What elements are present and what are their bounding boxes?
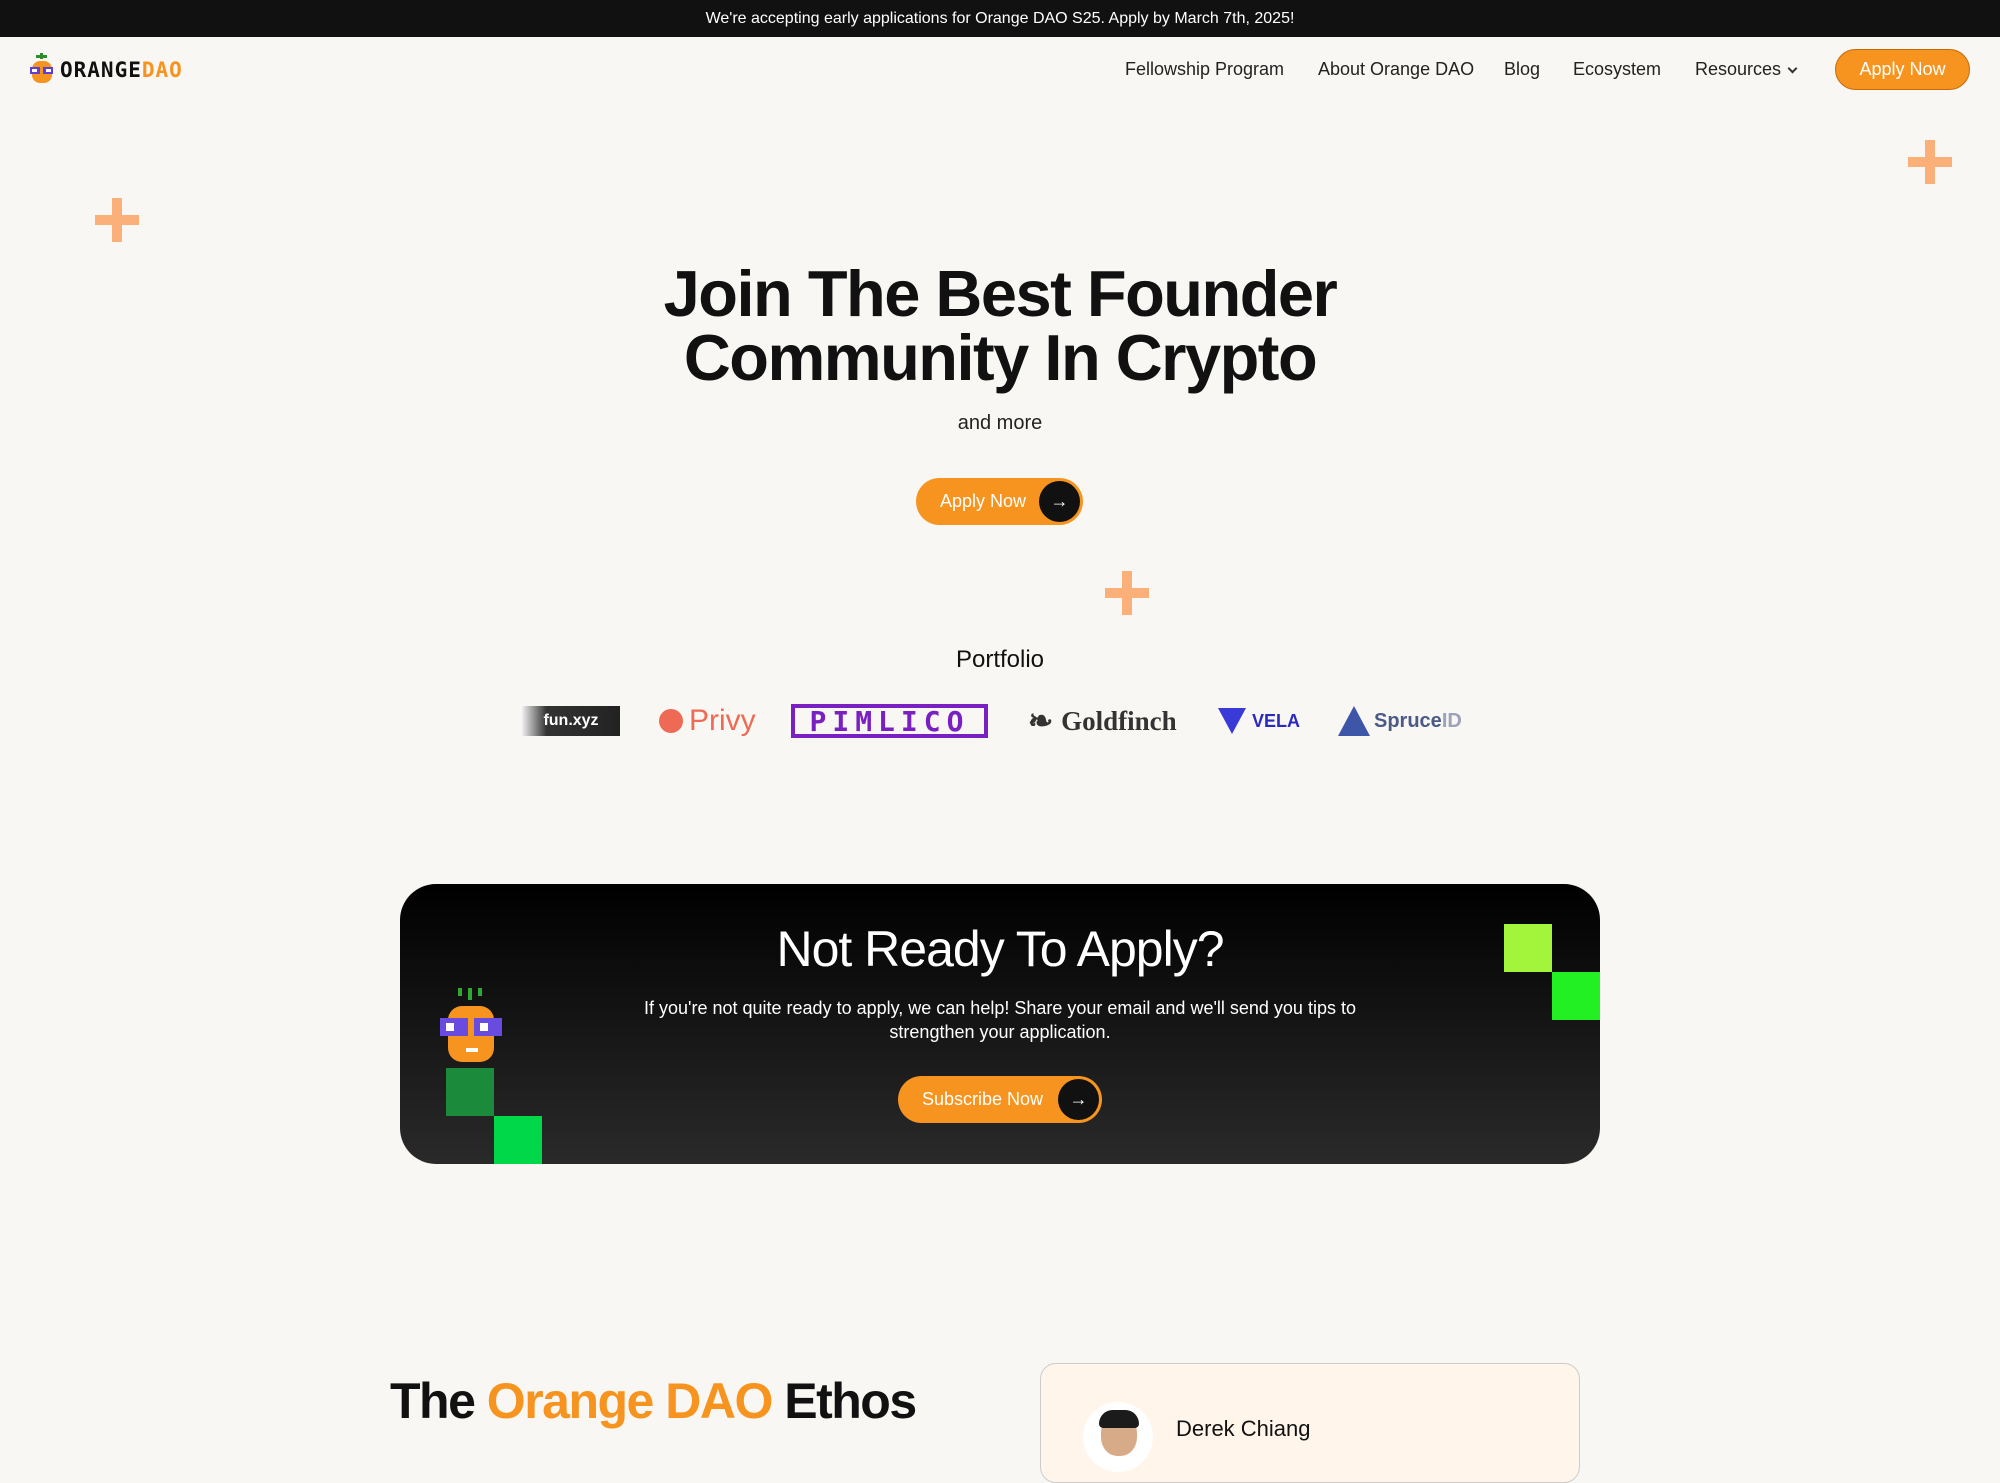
spruce-mountain-icon — [1338, 706, 1370, 736]
logo-spruceid[interactable]: Spruce ID — [1338, 700, 1462, 742]
privy-face-icon — [659, 709, 683, 733]
arrow-right-icon: → — [1058, 1079, 1099, 1120]
nav-ecosystem[interactable]: Ecosystem — [1573, 59, 1661, 80]
orange-mascot-icon — [440, 988, 502, 1062]
logo-pimlico-text: PIMLICO — [809, 704, 970, 738]
cta-description: If you're not quite ready to apply, we c… — [644, 998, 1356, 1042]
chevron-down-icon — [1787, 63, 1798, 74]
nav-about-orange-dao[interactable]: About Orange DAO — [1318, 59, 1474, 80]
logo-spruce-id-text: ID — [1441, 709, 1462, 732]
testimonial-person-name: Derek Chiang — [1176, 1416, 1311, 1441]
logo-vela[interactable]: VELA — [1218, 700, 1300, 742]
logo-fun-xyz[interactable]: fun.xyz — [522, 706, 620, 736]
pixel-square-decoration — [1504, 924, 1552, 972]
logo-fun-xyz-text: fun.xyz — [543, 712, 599, 729]
arrow-right-icon: → — [1039, 481, 1080, 522]
nav-resources-label: Resources — [1695, 59, 1782, 79]
ethos-title-prefix: The — [390, 1373, 487, 1429]
logo-pimlico[interactable]: PIMLICO — [791, 704, 988, 738]
logo-goldfinch-text: Goldfinch — [1061, 705, 1177, 736]
avatar — [1083, 1402, 1153, 1472]
hero-subtitle: and more — [957, 412, 1043, 434]
hero-title-line1: Join The Best Founder — [663, 257, 1338, 330]
plus-decoration-icon — [1105, 571, 1149, 615]
hero-title: Join The Best Founder Community In Crypt… — [0, 261, 2000, 390]
announcement-bar: We're accepting early applications for O… — [0, 0, 2000, 37]
vela-triangle-icon — [1218, 708, 1246, 734]
header-apply-button[interactable]: Apply Now — [1835, 49, 1970, 90]
plus-decoration-icon — [95, 198, 139, 242]
logo-spruce-text: Spruce — [1374, 709, 1442, 732]
logo-privy-text: Privy — [689, 704, 756, 737]
pixel-square-decoration — [494, 1116, 542, 1164]
nav-fellowship-program[interactable]: Fellowship Program — [1125, 59, 1284, 80]
testimonial-card: Derek Chiang — [1040, 1363, 1580, 1483]
pixel-square-decoration — [1552, 972, 1600, 1020]
logo-text-orange: ORANGE — [60, 58, 142, 82]
logo-goldfinch[interactable]: ❧ Goldfinch — [1028, 700, 1177, 742]
orange-dao-logo[interactable]: ORANGEDAO — [28, 53, 183, 87]
site-header: ORANGEDAO Fellowship Program About Orang… — [0, 37, 2000, 102]
ethos-title-suffix: Ethos — [771, 1373, 917, 1429]
hero-apply-button[interactable]: Apply Now → — [916, 478, 1083, 525]
logo-text-dao: DAO — [141, 58, 183, 82]
cta-title: Not Ready To Apply? — [776, 921, 1224, 977]
ethos-title-accent: Orange DAO — [486, 1373, 774, 1429]
portfolio-logos: fun.xyz Privy PIMLICO ❧ Goldfinch VELA S… — [0, 700, 2000, 742]
nav-blog[interactable]: Blog — [1504, 59, 1540, 80]
newsletter-cta-card: Not Ready To Apply? If you're not quite … — [400, 884, 1600, 1164]
hero-apply-label: Apply Now — [940, 491, 1027, 511]
goldfinch-bird-icon: ❧ — [1028, 704, 1054, 738]
pixel-square-decoration — [446, 1068, 494, 1116]
portfolio-heading: Portfolio — [955, 646, 1045, 673]
plus-decoration-icon — [1908, 140, 1952, 184]
nav-resources[interactable]: Resources — [1695, 59, 1798, 80]
orange-mascot-icon — [30, 53, 53, 83]
logo-vela-text: VELA — [1252, 710, 1301, 731]
ethos-heading: The Orange DAO Ethos — [390, 1372, 917, 1430]
logo-privy[interactable]: Privy — [659, 700, 756, 742]
announcement-text: We're accepting early applications for O… — [705, 9, 1295, 27]
subscribe-now-button[interactable]: Subscribe Now → — [898, 1076, 1102, 1123]
subscribe-now-label: Subscribe Now — [922, 1089, 1044, 1109]
hero-title-line2: Community In Crypto — [683, 321, 1318, 394]
